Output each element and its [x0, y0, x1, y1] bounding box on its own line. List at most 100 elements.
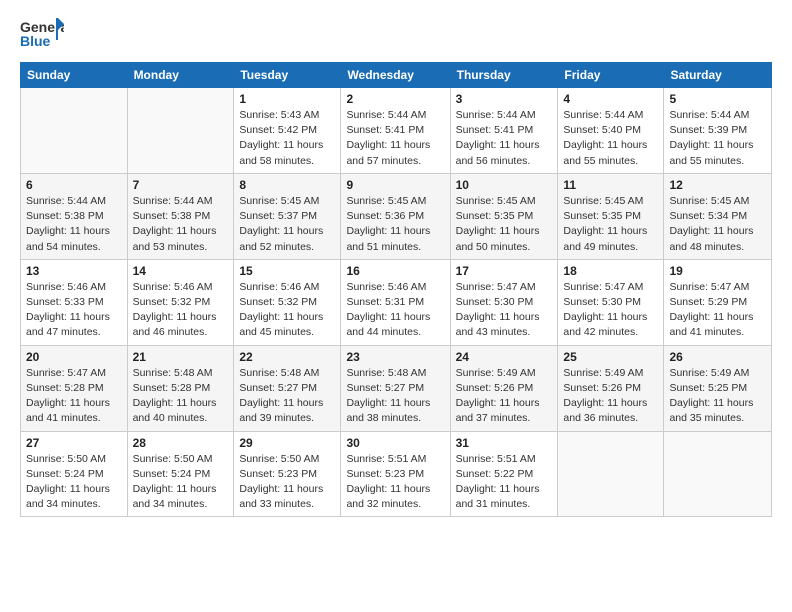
day-number: 16	[346, 264, 444, 278]
calendar-cell	[558, 431, 664, 517]
calendar-cell: 31 Sunrise: 5:51 AM Sunset: 5:22 PM Dayli…	[450, 431, 558, 517]
day-detail: Sunrise: 5:44 AM Sunset: 5:38 PM Dayligh…	[26, 194, 122, 255]
weekday-header-thursday: Thursday	[450, 63, 558, 88]
logo-icon: General Blue	[20, 16, 64, 52]
day-number: 18	[563, 264, 658, 278]
day-number: 3	[456, 92, 553, 106]
week-row-2: 6Sunrise: 5:44 AM Sunset: 5:38 PM Daylig…	[21, 173, 772, 259]
calendar-cell: 13 Sunrise: 5:46 AM Sunset: 5:33 PM Dayli…	[21, 259, 128, 345]
day-number: 8	[239, 178, 335, 192]
calendar-cell: 27 Sunrise: 5:50 AM Sunset: 5:24 PM Dayli…	[21, 431, 128, 517]
day-number: 10	[456, 178, 553, 192]
day-detail: Sunrise: 5:47 AM Sunset: 5:30 PM Dayligh…	[456, 280, 553, 341]
day-detail: Sunrise: 5:48 AM Sunset: 5:27 PM Dayligh…	[239, 366, 335, 427]
day-detail: Sunrise: 5:44 AM Sunset: 5:41 PM Dayligh…	[456, 108, 553, 169]
day-number: 27	[26, 436, 122, 450]
calendar-cell	[21, 88, 128, 174]
calendar-cell: 24 Sunrise: 5:49 AM Sunset: 5:26 PM Dayli…	[450, 345, 558, 431]
day-number: 2	[346, 92, 444, 106]
day-detail: Sunrise: 5:50 AM Sunset: 5:23 PM Dayligh…	[239, 452, 335, 513]
calendar-cell: 16 Sunrise: 5:46 AM Sunset: 5:31 PM Dayli…	[341, 259, 450, 345]
day-detail: Sunrise: 5:43 AM Sunset: 5:42 PM Dayligh…	[239, 108, 335, 169]
calendar-cell: 17 Sunrise: 5:47 AM Sunset: 5:30 PM Dayli…	[450, 259, 558, 345]
week-row-5: 27 Sunrise: 5:50 AM Sunset: 5:24 PM Dayli…	[21, 431, 772, 517]
day-detail: Sunrise: 5:45 AM Sunset: 5:35 PM Dayligh…	[456, 194, 553, 255]
day-detail: Sunrise: 5:45 AM Sunset: 5:34 PM Dayligh…	[669, 194, 766, 255]
calendar-cell: 4 Sunrise: 5:44 AM Sunset: 5:40 PM Daylig…	[558, 88, 664, 174]
weekday-header-tuesday: Tuesday	[234, 63, 341, 88]
day-number: 20	[26, 350, 122, 364]
calendar-cell: 29 Sunrise: 5:50 AM Sunset: 5:23 PM Dayli…	[234, 431, 341, 517]
day-number: 12	[669, 178, 766, 192]
day-detail: Sunrise: 5:49 AM Sunset: 5:26 PM Dayligh…	[563, 366, 658, 427]
day-detail: Sunrise: 5:47 AM Sunset: 5:28 PM Dayligh…	[26, 366, 122, 427]
calendar-cell: 8 Sunrise: 5:45 AM Sunset: 5:37 PM Daylig…	[234, 173, 341, 259]
day-detail: Sunrise: 5:45 AM Sunset: 5:35 PM Dayligh…	[563, 194, 658, 255]
calendar-cell: 20 Sunrise: 5:47 AM Sunset: 5:28 PM Dayli…	[21, 345, 128, 431]
day-detail: Sunrise: 5:49 AM Sunset: 5:25 PM Dayligh…	[669, 366, 766, 427]
day-number: 29	[239, 436, 335, 450]
day-number: 1	[239, 92, 335, 106]
day-number: 7	[133, 178, 229, 192]
calendar-cell	[127, 88, 234, 174]
weekday-header-friday: Friday	[558, 63, 664, 88]
page: General Blue SundayMondayTuesdayWednesda…	[0, 0, 792, 612]
day-detail: Sunrise: 5:46 AM Sunset: 5:32 PM Dayligh…	[239, 280, 335, 341]
week-row-1: 1 Sunrise: 5:43 AM Sunset: 5:42 PM Daylig…	[21, 88, 772, 174]
day-detail: Sunrise: 5:45 AM Sunset: 5:37 PM Dayligh…	[239, 194, 335, 255]
day-number: 5	[669, 92, 766, 106]
day-number: 21	[133, 350, 229, 364]
day-detail: Sunrise: 5:46 AM Sunset: 5:33 PM Dayligh…	[26, 280, 122, 341]
day-number: 24	[456, 350, 553, 364]
day-detail: Sunrise: 5:48 AM Sunset: 5:27 PM Dayligh…	[346, 366, 444, 427]
day-detail: Sunrise: 5:50 AM Sunset: 5:24 PM Dayligh…	[133, 452, 229, 513]
day-number: 31	[456, 436, 553, 450]
day-detail: Sunrise: 5:47 AM Sunset: 5:29 PM Dayligh…	[669, 280, 766, 341]
day-detail: Sunrise: 5:45 AM Sunset: 5:36 PM Dayligh…	[346, 194, 444, 255]
day-number: 4	[563, 92, 658, 106]
calendar-cell: 25 Sunrise: 5:49 AM Sunset: 5:26 PM Dayli…	[558, 345, 664, 431]
day-number: 11	[563, 178, 658, 192]
week-row-4: 20 Sunrise: 5:47 AM Sunset: 5:28 PM Dayli…	[21, 345, 772, 431]
day-detail: Sunrise: 5:44 AM Sunset: 5:39 PM Dayligh…	[669, 108, 766, 169]
calendar-cell: 23 Sunrise: 5:48 AM Sunset: 5:27 PM Dayli…	[341, 345, 450, 431]
day-detail: Sunrise: 5:50 AM Sunset: 5:24 PM Dayligh…	[26, 452, 122, 513]
calendar-cell: 1 Sunrise: 5:43 AM Sunset: 5:42 PM Daylig…	[234, 88, 341, 174]
week-row-3: 13 Sunrise: 5:46 AM Sunset: 5:33 PM Dayli…	[21, 259, 772, 345]
calendar-body: 1 Sunrise: 5:43 AM Sunset: 5:42 PM Daylig…	[21, 88, 772, 517]
day-number: 17	[456, 264, 553, 278]
day-detail: Sunrise: 5:47 AM Sunset: 5:30 PM Dayligh…	[563, 280, 658, 341]
day-detail: Sunrise: 5:49 AM Sunset: 5:26 PM Dayligh…	[456, 366, 553, 427]
day-number: 30	[346, 436, 444, 450]
calendar-cell: 6Sunrise: 5:44 AM Sunset: 5:38 PM Daylig…	[21, 173, 128, 259]
day-number: 9	[346, 178, 444, 192]
day-detail: Sunrise: 5:51 AM Sunset: 5:22 PM Dayligh…	[456, 452, 553, 513]
calendar-cell: 12 Sunrise: 5:45 AM Sunset: 5:34 PM Dayli…	[664, 173, 772, 259]
day-number: 26	[669, 350, 766, 364]
day-detail: Sunrise: 5:44 AM Sunset: 5:41 PM Dayligh…	[346, 108, 444, 169]
calendar-cell: 19Sunrise: 5:47 AM Sunset: 5:29 PM Dayli…	[664, 259, 772, 345]
weekday-header-row: SundayMondayTuesdayWednesdayThursdayFrid…	[21, 63, 772, 88]
day-number: 15	[239, 264, 335, 278]
calendar-cell: 7Sunrise: 5:44 AM Sunset: 5:38 PM Daylig…	[127, 173, 234, 259]
calendar-table: SundayMondayTuesdayWednesdayThursdayFrid…	[20, 62, 772, 517]
calendar-cell: 30 Sunrise: 5:51 AM Sunset: 5:23 PM Dayli…	[341, 431, 450, 517]
calendar-cell: 5 Sunrise: 5:44 AM Sunset: 5:39 PM Daylig…	[664, 88, 772, 174]
weekday-header-wednesday: Wednesday	[341, 63, 450, 88]
day-detail: Sunrise: 5:51 AM Sunset: 5:23 PM Dayligh…	[346, 452, 444, 513]
day-detail: Sunrise: 5:46 AM Sunset: 5:31 PM Dayligh…	[346, 280, 444, 341]
weekday-header-monday: Monday	[127, 63, 234, 88]
day-number: 13	[26, 264, 122, 278]
calendar-cell: 3 Sunrise: 5:44 AM Sunset: 5:41 PM Daylig…	[450, 88, 558, 174]
calendar-cell: 22 Sunrise: 5:48 AM Sunset: 5:27 PM Dayli…	[234, 345, 341, 431]
day-number: 22	[239, 350, 335, 364]
weekday-header-saturday: Saturday	[664, 63, 772, 88]
day-detail: Sunrise: 5:44 AM Sunset: 5:40 PM Dayligh…	[563, 108, 658, 169]
calendar-cell: 15 Sunrise: 5:46 AM Sunset: 5:32 PM Dayli…	[234, 259, 341, 345]
weekday-header-sunday: Sunday	[21, 63, 128, 88]
day-detail: Sunrise: 5:48 AM Sunset: 5:28 PM Dayligh…	[133, 366, 229, 427]
day-number: 23	[346, 350, 444, 364]
calendar-cell: 11 Sunrise: 5:45 AM Sunset: 5:35 PM Dayli…	[558, 173, 664, 259]
day-number: 25	[563, 350, 658, 364]
calendar-cell: 10 Sunrise: 5:45 AM Sunset: 5:35 PM Dayli…	[450, 173, 558, 259]
